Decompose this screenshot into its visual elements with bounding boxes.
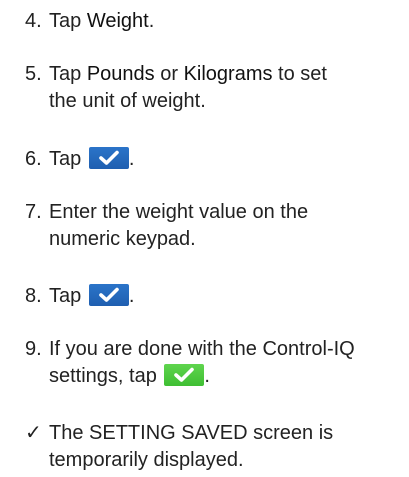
step-text: Tap . bbox=[49, 283, 405, 310]
step-text-prefix: Tap bbox=[49, 285, 87, 307]
step-text-mid: or bbox=[154, 63, 184, 85]
step-text-line2: numeric keypad. bbox=[49, 228, 196, 250]
checkmark-icon bbox=[99, 150, 119, 165]
step-text-suffix: . bbox=[148, 10, 155, 32]
checkmark-icon bbox=[99, 287, 119, 302]
step-text: If you are done with the Control-IQ sett… bbox=[49, 336, 405, 390]
result-text-line2: temporarily displayed. bbox=[49, 449, 244, 471]
step-4: 4. Tap Weight. bbox=[25, 8, 405, 35]
save-button-image bbox=[164, 364, 205, 386]
step-text-suffix: . bbox=[204, 365, 210, 387]
step-5: 5. Tap Pounds or Kilograms to set the un… bbox=[25, 61, 405, 115]
step-text-prefix: Tap bbox=[49, 63, 87, 85]
step-text-line1: Enter the weight value on the bbox=[49, 201, 309, 223]
step-number: 7. bbox=[25, 201, 42, 223]
step-text: Tap Weight. bbox=[49, 8, 405, 35]
step-number: 8. bbox=[25, 285, 42, 307]
kilograms-term: Kilograms bbox=[183, 63, 273, 85]
step-text: Tap Pounds or Kilograms to set the unit … bbox=[49, 61, 405, 115]
step-text-suffix: to set bbox=[272, 63, 327, 85]
pounds-term: Pounds bbox=[86, 63, 155, 85]
step-text-suffix: . bbox=[128, 148, 135, 170]
step-text-suffix: . bbox=[128, 285, 135, 307]
result-note: ✓ The SETTING SAVED screen is temporaril… bbox=[25, 420, 405, 474]
checkmark-icon bbox=[174, 367, 195, 382]
step-number: 4. bbox=[25, 10, 42, 32]
instruction-steps: 4. Tap Weight. 5. Tap Pounds or Kilogram… bbox=[0, 0, 409, 477]
step-text: Enter the weight value on the numeric ke… bbox=[49, 199, 405, 253]
result-text-line1: The SETTING SAVED screen is bbox=[49, 422, 334, 444]
step-7: 7. Enter the weight value on the numeric… bbox=[25, 199, 405, 253]
step-text-line1: If you are done with the Control-IQ bbox=[49, 338, 355, 360]
step-text-line2: the unit of weight. bbox=[49, 90, 206, 112]
result-checkmark-icon: ✓ bbox=[25, 422, 42, 444]
step-number: 6. bbox=[25, 148, 42, 170]
step-6: 6. Tap . bbox=[25, 146, 405, 173]
confirm-button-image bbox=[88, 284, 129, 306]
confirm-button-image bbox=[88, 147, 129, 169]
step-text-prefix: Tap bbox=[49, 148, 87, 170]
step-8: 8. Tap . bbox=[25, 283, 405, 310]
step-text-prefix: settings, tap bbox=[49, 365, 163, 387]
step-number: 9. bbox=[25, 338, 42, 360]
step-9: 9. If you are done with the Control-IQ s… bbox=[25, 336, 405, 390]
weight-term: Weight bbox=[86, 10, 149, 32]
result-text: The SETTING SAVED screen is temporarily … bbox=[49, 420, 405, 474]
step-text: Tap . bbox=[49, 146, 405, 173]
step-text-prefix: Tap bbox=[49, 10, 87, 32]
step-number: 5. bbox=[25, 63, 42, 85]
